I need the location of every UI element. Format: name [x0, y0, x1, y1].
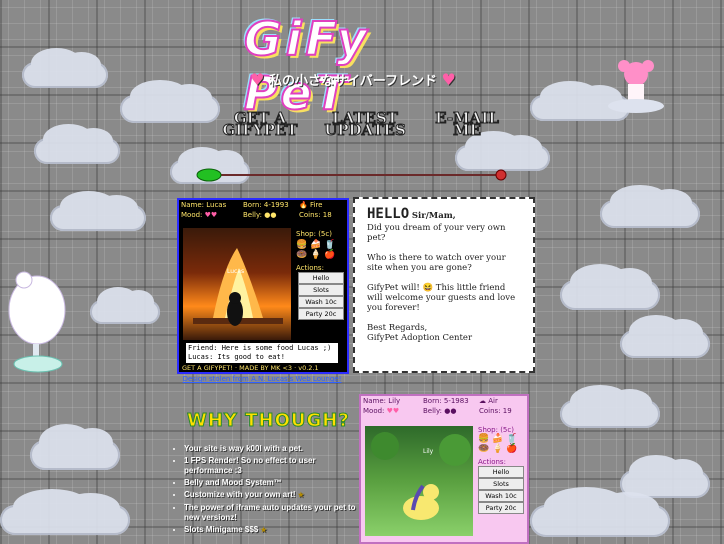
letter-p3: GifyPet will! 😆 This little friend will …	[367, 283, 516, 313]
pet-credit[interactable]: GET A GIFYPET! · MADE BY MK <3 · v0.2.1	[182, 364, 319, 372]
cloud-decoration	[90, 286, 160, 324]
pet-belly: Belly: ●●	[423, 407, 457, 415]
feature-item: 1 FPS Render! So no effect to user perfo…	[184, 456, 362, 476]
cloud-decoration	[620, 314, 710, 358]
pet-mood: Mood: ♥♥	[363, 407, 400, 415]
pet-chat-log: Friend: Here is some food Lucas ;) Lucas…	[185, 342, 339, 364]
hello-letter: HELLO Sir/Mam, Did you dream of your ver…	[353, 197, 535, 373]
shop-label: Shop: (5c)	[478, 426, 514, 434]
nav-latest-updates[interactable]: LATEST UPDATES	[324, 110, 407, 139]
site-logo: GiFy PeT	[243, 11, 474, 121]
pet-belly: Belly: ●●	[243, 211, 277, 219]
wash-button[interactable]: Wash 10c	[478, 490, 524, 502]
shop-items[interactable]: 🍔 🍰 🥤 🍩 🍦 🍎	[296, 240, 335, 260]
cloud-decoration	[560, 384, 660, 428]
letter-p2: Who is there to watch over your site whe…	[367, 253, 506, 273]
wash-button[interactable]: Wash 10c	[298, 296, 344, 308]
leaf-icon	[196, 168, 222, 182]
feature-item: Slots Minigame $$$ ★	[184, 525, 362, 536]
party-button[interactable]: Party 20c	[478, 502, 524, 514]
badge-icon: ★	[260, 527, 267, 534]
feature-item: Your site is way k00l with a pet.	[184, 444, 362, 454]
feature-item: Customize with your own art! ★	[184, 490, 362, 501]
pet-born: Born: 4-1993	[243, 201, 289, 209]
feature-item: Belly and Mood System™	[184, 478, 362, 488]
fire-graphic	[193, 248, 283, 326]
cloud-decoration	[560, 263, 660, 310]
pet-widget-lily: Name: Lily Born: 5-1983 ☁ Air Mood: ♥♥ B…	[359, 394, 529, 544]
cloud-decoration	[34, 123, 120, 164]
pet-stats-row: Name: Lucas Born: 4-1993 🔥 Fire	[179, 200, 347, 210]
slots-button[interactable]: Slots	[478, 478, 524, 490]
pet-element: 🔥 Fire	[299, 201, 323, 209]
subtitle-text: 私の小さなサイバーフレンド	[269, 74, 437, 89]
hello-heading: HELLO	[367, 206, 410, 222]
pet-stats-row: Name: Lily Born: 5-1983 ☁ Air	[361, 396, 527, 406]
heart-icon: ♥	[441, 70, 456, 89]
vine-line	[210, 174, 500, 176]
meadow-scene: Lily	[365, 426, 473, 536]
slots-button[interactable]: Slots	[298, 284, 344, 296]
feature-list: Your site is way k00l with a pet. 1 FPS …	[176, 444, 362, 538]
pet-coins: Coins: 19	[479, 407, 512, 415]
pony-graphic	[371, 432, 471, 520]
feature-item: The power of iframe auto updates your pe…	[184, 503, 362, 523]
cloud-decoration	[0, 488, 130, 535]
scene-label: Lucas	[227, 268, 245, 275]
pet-born: Born: 5-1983	[423, 397, 469, 405]
cloud-decoration	[120, 79, 220, 123]
fireplace-scene: Lucas	[183, 228, 291, 340]
pet-element: ☁ Air	[479, 397, 498, 405]
chat-line: Lucas: Its good to eat!	[188, 353, 285, 361]
party-button[interactable]: Party 20c	[298, 308, 344, 320]
letter-p1: Did you dream of your very own pet?	[367, 223, 506, 243]
pet-mood: Mood: ♥♥	[181, 211, 218, 219]
hello-button[interactable]: Hello	[298, 272, 344, 284]
pink-hair-girl-sprite	[608, 60, 664, 113]
salutation: Sir/Mam,	[411, 211, 456, 221]
actions-label: Actions:	[478, 458, 506, 466]
nav-label: GIFYPET	[222, 121, 298, 139]
letter-sign2: GifyPet Adoption Center	[367, 333, 473, 343]
scene-label: Lily	[423, 448, 434, 455]
chat-line: Friend: Here is some food Lucas ;)	[188, 344, 332, 352]
pet-coins: Coins: 18	[299, 211, 332, 219]
shop-items[interactable]: 🍔 🍰 🥤 🍩 🍦 🍎	[478, 434, 517, 454]
nav-label: UPDATES	[324, 121, 407, 139]
hello-button[interactable]: Hello	[478, 466, 524, 478]
heart-icon: ♥	[250, 70, 265, 89]
cloud-decoration	[50, 190, 146, 231]
pet-name: Name: Lucas	[181, 201, 227, 209]
pet-stats-row: Mood: ♥♥ Belly: ●● Coins: 18	[179, 210, 347, 220]
vine-divider	[196, 168, 508, 182]
cloud-decoration	[30, 423, 120, 470]
white-cat-sprite	[8, 271, 66, 373]
pet-name: Name: Lily	[363, 397, 401, 405]
pet-stats-row: Mood: ♥♥ Belly: ●● Coins: 19	[361, 406, 527, 416]
badge-icon: ★	[297, 492, 305, 499]
site-subtitle: ♥ 私の小さなサイバーフレンド ♥	[248, 70, 458, 89]
cloud-decoration	[530, 487, 670, 537]
cloud-decoration	[22, 47, 108, 88]
why-heading: WHY THOUGH?	[187, 410, 350, 432]
pet-widget-lucas: Name: Lucas Born: 4-1993 🔥 Fire Mood: ♥♥…	[177, 198, 349, 374]
shop-label: Shop: (5c)	[296, 230, 332, 238]
design-credit-link[interactable]: Design stolen from A.N. Lucas's Web Loun…	[182, 375, 342, 383]
logo-text: GiFy PeT	[243, 11, 371, 121]
actions-label: Actions:	[296, 264, 324, 272]
letter-sign1: Best Regards,	[367, 323, 428, 333]
nav-email-me[interactable]: E-MAIL ME	[430, 110, 504, 138]
cloud-decoration	[600, 184, 700, 228]
nav-get-gifypet[interactable]: GET A GIFYPET	[220, 110, 300, 139]
leaf-icon	[495, 169, 507, 181]
